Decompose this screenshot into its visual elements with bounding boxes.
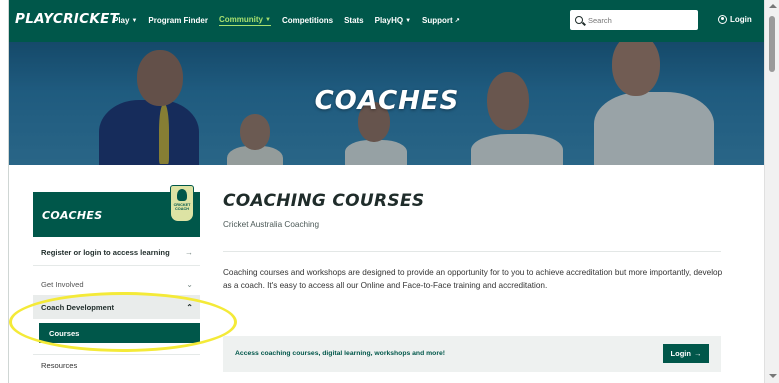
chevron-down-icon: ▼: [265, 16, 271, 23]
browser-page: PLAYCRICKET Play ▼ Program Finder Communi…: [8, 0, 764, 383]
sidebar-item-get-involved[interactable]: Get Involved ⌄: [33, 275, 200, 293]
nav-play[interactable]: Play ▼: [113, 15, 137, 26]
nav-support[interactable]: Support ↗: [422, 15, 460, 26]
scroll-up-arrow-icon[interactable]: [769, 4, 777, 8]
search-icon: [575, 16, 583, 24]
badge-emblem: [177, 189, 187, 201]
page-title: COACHING COURSES: [223, 191, 425, 211]
sidebar-item-coach-development[interactable]: Coach Development ⌃: [33, 295, 200, 319]
chevron-up-icon: ⌃: [186, 302, 193, 312]
page-subtitle: Cricket Australia Coaching: [223, 220, 320, 229]
user-icon: [718, 15, 727, 24]
hero-title: COACHES: [314, 86, 460, 116]
sidebar-title: COACHES: [42, 209, 103, 222]
cricket-coaching-badge-icon: CRICKET COACH: [170, 185, 194, 222]
scrollbar[interactable]: [764, 0, 779, 383]
login-link[interactable]: Login: [718, 15, 752, 24]
sidebar-item-courses[interactable]: Courses: [39, 323, 200, 343]
page-body-text: Coaching courses and workshops are desig…: [223, 268, 723, 290]
sidebar-item-register[interactable]: Register or login to access learning →: [33, 240, 200, 266]
cta-login-button[interactable]: Login →: [663, 344, 709, 363]
nav-links: Play ▼ Program Finder Community ▼ Competit…: [113, 15, 471, 26]
arrow-right-icon: →: [693, 349, 702, 358]
hero-banner: COACHES: [9, 42, 764, 165]
arrow-right-icon: →: [185, 248, 193, 257]
nav-community[interactable]: Community ▼: [219, 15, 271, 26]
cta-text: Access coaching courses, digital learnin…: [235, 350, 446, 357]
playcricket-logo[interactable]: PLAYCRICKET: [15, 11, 119, 27]
search-input[interactable]: [588, 15, 688, 25]
scrollbar-thumb[interactable]: [769, 16, 775, 72]
sidebar-header: COACHES CRICKET COACH: [33, 185, 200, 237]
nav-playhq[interactable]: PlayHQ ▼: [375, 15, 411, 26]
nav-stats[interactable]: Stats: [344, 15, 364, 26]
search-box[interactable]: [570, 10, 698, 30]
scroll-down-arrow-icon[interactable]: [769, 374, 777, 378]
top-nav: PLAYCRICKET Play ▼ Program Finder Communi…: [9, 0, 764, 42]
nav-program-finder[interactable]: Program Finder: [148, 15, 208, 26]
chevron-down-icon: ▼: [131, 17, 138, 24]
nav-competitions[interactable]: Competitions: [282, 15, 333, 26]
divider: [223, 251, 721, 252]
chevron-down-icon: ⌄: [186, 279, 193, 289]
chevron-down-icon: ▼: [405, 17, 412, 24]
sidebar-item-resources[interactable]: Resources: [33, 354, 200, 376]
external-link-icon: ↗: [454, 18, 460, 24]
cta-banner: Access coaching courses, digital learnin…: [223, 336, 721, 372]
badge-lettering: CRICKET COACH: [173, 203, 191, 212]
